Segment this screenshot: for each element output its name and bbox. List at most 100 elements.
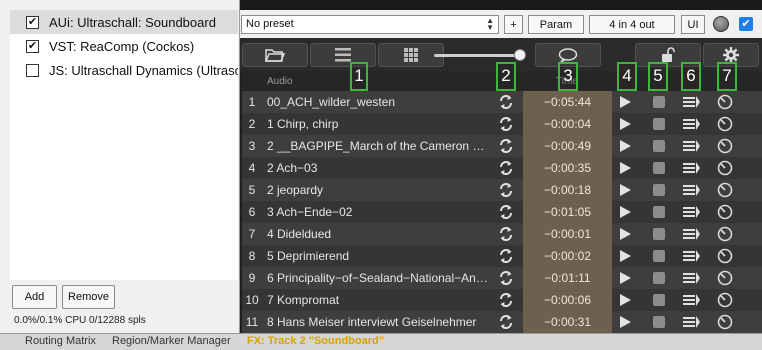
queue-icon[interactable]: [683, 138, 701, 154]
volume-slider-track[interactable]: [434, 54, 522, 57]
sound-name[interactable]: 3 Ach−Ende−02: [267, 201, 489, 223]
fx-enable-checkbox[interactable]: [26, 63, 39, 77]
loop-icon[interactable]: [498, 314, 514, 330]
sound-row[interactable]: 7 4 Dideldued −0:00:01: [242, 223, 762, 245]
loop-icon[interactable]: [498, 226, 514, 242]
play-icon[interactable]: [620, 96, 631, 108]
volume-dial-icon[interactable]: [717, 226, 733, 242]
param-button[interactable]: Param: [528, 15, 584, 34]
fx-item-reacomp[interactable]: ✔ VST: ReaComp (Cockos): [10, 34, 238, 58]
remaining-time: −0:00:49: [523, 135, 612, 157]
loop-icon[interactable]: [498, 270, 514, 286]
tab-fx-track[interactable]: FX: Track 2 "Soundboard": [247, 335, 384, 347]
volume-dial-icon[interactable]: [717, 292, 733, 308]
play-icon[interactable]: [620, 294, 631, 306]
fx-item-dynamics[interactable]: JS: Ultraschall Dynamics (Ultraschall): [10, 58, 238, 82]
loop-icon[interactable]: [498, 138, 514, 154]
ui-toggle-button[interactable]: UI: [681, 15, 705, 34]
sound-row[interactable]: 9 6 Principality−of−Sealand−National−Anth…: [242, 267, 762, 289]
loop-icon[interactable]: [498, 204, 514, 220]
volume-dial-icon[interactable]: [717, 204, 733, 220]
open-folder-button[interactable]: [242, 43, 308, 67]
stop-icon[interactable]: [653, 96, 665, 108]
sound-name[interactable]: 2 __BAGPIPE_March of the Cameron Men: [267, 135, 489, 157]
play-icon[interactable]: [620, 272, 631, 284]
volume-dial-icon[interactable]: [717, 160, 733, 176]
stop-icon[interactable]: [653, 184, 665, 196]
fx-enable-checkbox[interactable]: ✔: [26, 39, 39, 53]
sound-row[interactable]: 4 2 Ach−03 −0:00:35: [242, 157, 762, 179]
stop-icon[interactable]: [653, 118, 665, 130]
sound-name[interactable]: 1 Chirp, chirp: [267, 113, 489, 135]
volume-dial-icon[interactable]: [717, 182, 733, 198]
play-icon[interactable]: [620, 162, 631, 174]
remove-fx-button[interactable]: Remove: [62, 285, 115, 309]
preset-dropdown[interactable]: No preset ▲ ▼: [241, 15, 499, 34]
stop-icon[interactable]: [653, 272, 665, 284]
fx-enable-checkbox[interactable]: ✔: [26, 15, 39, 29]
play-icon[interactable]: [620, 140, 631, 152]
loop-icon[interactable]: [498, 160, 514, 176]
stop-icon[interactable]: [653, 316, 665, 328]
stop-icon[interactable]: [653, 250, 665, 262]
queue-icon[interactable]: [683, 226, 701, 242]
sound-name[interactable]: 4 Dideldued: [267, 223, 489, 245]
queue-icon[interactable]: [683, 292, 701, 308]
sound-row[interactable]: 2 1 Chirp, chirp −0:00:04: [242, 113, 762, 135]
queue-icon[interactable]: [683, 94, 701, 110]
row-number: 4: [248, 161, 256, 175]
loop-icon[interactable]: [498, 182, 514, 198]
volume-dial-icon[interactable]: [717, 94, 733, 110]
play-icon[interactable]: [620, 184, 631, 196]
sound-row[interactable]: 6 3 Ach−Ende−02 −0:01:05: [242, 201, 762, 223]
sound-name[interactable]: 5 Deprimierend: [267, 245, 489, 267]
sound-row[interactable]: 1 00_ACH_wilder_westen −0:05:44: [242, 91, 762, 113]
queue-icon[interactable]: [683, 116, 701, 132]
loop-icon[interactable]: [498, 94, 514, 110]
stop-icon[interactable]: [653, 228, 665, 240]
fx-item-soundboard[interactable]: ✔ AUi: Ultraschall: Soundboard: [10, 10, 238, 34]
volume-dial-icon[interactable]: [717, 270, 733, 286]
sound-name[interactable]: 6 Principality−of−Sealand−National−Anthe…: [267, 267, 489, 289]
sound-row[interactable]: 5 2 jeopardy −0:00:18: [242, 179, 762, 201]
bypass-checkbox[interactable]: ✔: [739, 17, 753, 31]
sound-name[interactable]: 2 Ach−03: [267, 157, 489, 179]
loop-icon[interactable]: [498, 292, 514, 308]
queue-icon[interactable]: [683, 270, 701, 286]
add-fx-button[interactable]: Add: [12, 285, 57, 309]
stop-icon[interactable]: [653, 162, 665, 174]
volume-dial-icon[interactable]: [717, 138, 733, 154]
sound-row[interactable]: 8 5 Deprimierend −0:00:02: [242, 245, 762, 267]
volume-dial-icon[interactable]: [717, 314, 733, 330]
loop-icon[interactable]: [498, 116, 514, 132]
queue-icon[interactable]: [683, 248, 701, 264]
sound-name[interactable]: 2 jeopardy: [267, 179, 489, 201]
sound-name[interactable]: 8 Hans Meiser interviewt Geiselnehmer: [267, 311, 489, 333]
sound-row[interactable]: 3 2 __BAGPIPE_March of the Cameron Men −0:…: [242, 135, 762, 157]
volume-dial-icon[interactable]: [717, 248, 733, 264]
stop-icon[interactable]: [653, 140, 665, 152]
sound-row[interactable]: 10 7 Kompromat −0:00:06: [242, 289, 762, 311]
play-icon[interactable]: [620, 250, 631, 262]
stop-icon[interactable]: [653, 294, 665, 306]
loop-icon[interactable]: [498, 248, 514, 264]
play-icon[interactable]: [620, 118, 631, 130]
play-icon[interactable]: [620, 316, 631, 328]
play-icon[interactable]: [620, 228, 631, 240]
io-routing-button[interactable]: 4 in 4 out: [589, 15, 675, 34]
volume-slider-thumb[interactable]: [514, 49, 526, 61]
wet-knob[interactable]: [713, 16, 729, 32]
queue-icon[interactable]: [683, 160, 701, 176]
tab-region-marker-manager[interactable]: Region/Marker Manager: [112, 335, 231, 347]
add-preset-button[interactable]: +: [504, 15, 523, 34]
queue-icon[interactable]: [683, 182, 701, 198]
queue-icon[interactable]: [683, 314, 701, 330]
stop-icon[interactable]: [653, 206, 665, 218]
queue-icon[interactable]: [683, 204, 701, 220]
sound-name[interactable]: 00_ACH_wilder_westen: [267, 91, 489, 113]
tab-routing-matrix[interactable]: Routing Matrix: [25, 335, 96, 347]
sound-row[interactable]: 11 8 Hans Meiser interviewt Geiselnehmer −…: [242, 311, 762, 333]
play-icon[interactable]: [620, 206, 631, 218]
sound-name[interactable]: 7 Kompromat: [267, 289, 489, 311]
volume-dial-icon[interactable]: [717, 116, 733, 132]
